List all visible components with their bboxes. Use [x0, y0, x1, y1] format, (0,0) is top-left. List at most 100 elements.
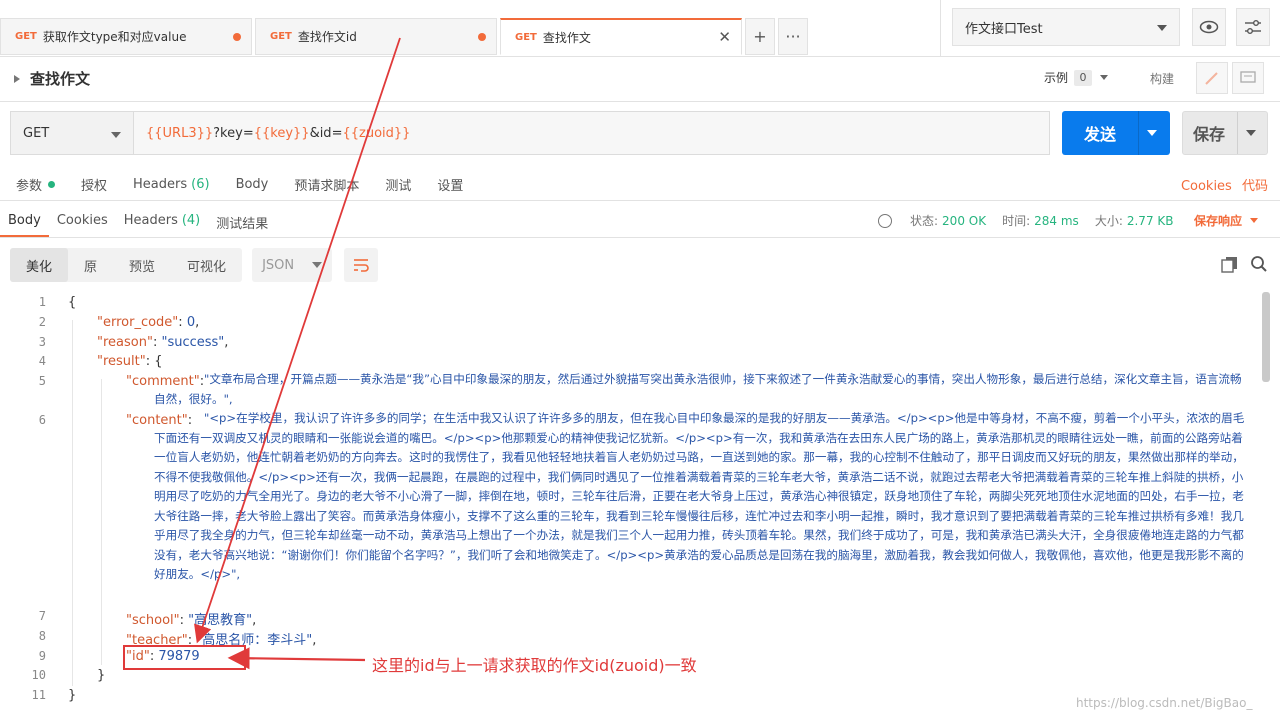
chevron-down-icon[interactable]	[1147, 130, 1157, 136]
request-tab-active[interactable]: GET 查找作文 ✕	[500, 18, 742, 55]
tab-params[interactable]: 参数	[16, 175, 56, 194]
chevron-down-icon[interactable]	[1246, 130, 1256, 136]
globe-icon[interactable]	[878, 213, 892, 228]
chevron-down-icon	[111, 132, 121, 138]
expand-arrow-icon[interactable]	[14, 74, 20, 83]
environment-select[interactable]: 作文接口Test	[952, 8, 1180, 46]
tab-title: 查找作文id	[297, 30, 357, 44]
json-key: "reason"	[97, 335, 153, 350]
tab-label: Headers	[133, 177, 188, 192]
tab-label: 预请求脚本	[294, 179, 360, 194]
build-label[interactable]: 构建	[1150, 70, 1174, 87]
tab-prerequest-script[interactable]: 预请求脚本	[294, 175, 359, 194]
close-icon[interactable]: ✕	[718, 28, 731, 46]
tab-test-results[interactable]: 测试结果	[208, 207, 276, 237]
chevron-down-icon	[312, 262, 323, 268]
tab-label: 测试结果	[216, 217, 269, 232]
json-string: "文章布局合理，开篇点题——黄永浩是“我”心目中印象最深的朋友，然后通过外貌描写…	[154, 372, 1242, 406]
request-tab[interactable]: GET 获取作文type和对应value	[0, 18, 252, 55]
tab-response-headers[interactable]: Headers (4)	[116, 207, 209, 237]
view-mode-group: 美化 原 预览 可视化	[10, 248, 243, 282]
line-number: 9	[38, 649, 46, 663]
pencil-icon	[1205, 72, 1218, 85]
pretty-button[interactable]: 美化	[10, 248, 69, 282]
tab-response-cookies[interactable]: Cookies	[49, 207, 116, 237]
copy-icon[interactable]	[1220, 255, 1240, 273]
examples-label: 示例	[1044, 71, 1069, 85]
time-value: 284 ms	[1034, 213, 1079, 228]
line-number: 3	[38, 335, 46, 349]
json-key: "school"	[126, 613, 180, 628]
divider	[1138, 111, 1139, 155]
visualize-button[interactable]: 可视化	[171, 248, 242, 282]
tab-tests[interactable]: 测试	[385, 175, 411, 194]
save-response-button[interactable]: 保存响应	[1194, 212, 1259, 229]
raw-button[interactable]: 原	[68, 248, 113, 282]
examples-dropdown[interactable]: 示例 0	[1044, 69, 1109, 86]
save-response-label: 保存响应	[1194, 214, 1243, 228]
language-select[interactable]: JSON	[252, 248, 333, 282]
tab-label: Body	[8, 213, 41, 228]
cookies-link[interactable]: Cookies	[1181, 179, 1232, 194]
active-dot-icon	[48, 181, 56, 188]
more-tabs-button[interactable]: ···	[778, 18, 808, 55]
json-key: "error_code"	[97, 315, 179, 330]
tab-label: 授权	[81, 179, 108, 194]
request-name[interactable]: 查找作文	[14, 68, 90, 89]
request-tab[interactable]: GET 查找作文id	[255, 18, 497, 55]
examples-count: 0	[1074, 69, 1093, 86]
tab-headers[interactable]: Headers (6)	[133, 175, 210, 194]
tab-settings[interactable]: 设置	[437, 175, 463, 194]
sliders-icon	[1245, 20, 1261, 34]
indent-guide	[101, 379, 102, 665]
size-label: 大小:	[1094, 214, 1123, 228]
comment-icon	[1240, 71, 1256, 83]
request-title: 查找作文	[30, 70, 91, 88]
wrap-icon	[354, 259, 369, 272]
language-value: JSON	[262, 257, 295, 273]
preview-button[interactable]: 预览	[113, 248, 171, 282]
url-text: &id=	[309, 125, 343, 141]
tab-response-body[interactable]: Body	[0, 207, 49, 237]
tab-label: Headers	[123, 213, 178, 228]
code-line: "reason": "success",	[97, 335, 229, 350]
line-number: 7	[38, 609, 46, 623]
code-link[interactable]: 代码	[1242, 179, 1268, 194]
new-tab-button[interactable]: +	[745, 18, 775, 55]
search-icon[interactable]	[1250, 255, 1268, 273]
tab-body[interactable]: Body	[236, 175, 269, 194]
tab-title: 查找作文	[542, 30, 591, 45]
size-value: 2.77 KB	[1126, 213, 1174, 228]
tab-auth[interactable]: 授权	[81, 175, 107, 194]
wrap-lines-button[interactable]	[344, 248, 379, 282]
environment-settings-button[interactable]	[1236, 8, 1270, 46]
json-number: 0	[186, 315, 196, 330]
format-toolbar: 美化 原 预览 可视化 JSON	[10, 248, 379, 282]
comments-button[interactable]	[1232, 62, 1264, 94]
watermark: https://blog.csdn.net/BigBao_	[1076, 696, 1253, 710]
divider	[1237, 112, 1238, 154]
divider	[0, 101, 1280, 102]
line-number: 5	[38, 374, 46, 388]
code-line: {	[68, 295, 77, 310]
scrollbar[interactable]	[1262, 292, 1270, 382]
code-line: "school": "高思教育",	[126, 613, 257, 628]
json-string: "高思教育"	[188, 613, 253, 628]
url-var-key: {{key}}	[253, 125, 310, 141]
send-button[interactable]: 发送	[1062, 111, 1170, 155]
code-line: "error_code": 0,	[97, 315, 200, 330]
url-var-zuoid: {{zuoid}}	[342, 125, 411, 141]
divider	[0, 237, 1280, 238]
eye-button[interactable]	[1192, 8, 1226, 46]
method-value: GET	[23, 125, 50, 141]
tab-label: 测试	[385, 179, 412, 194]
edit-button[interactable]	[1196, 62, 1228, 94]
code-line: }	[97, 668, 106, 683]
line-number: 2	[38, 315, 46, 329]
line-number: 8	[38, 629, 46, 643]
method-select[interactable]: GET	[10, 111, 134, 155]
save-button[interactable]: 保存	[1182, 111, 1268, 155]
line-number: 6	[38, 413, 46, 427]
time-label: 时间:	[1002, 214, 1031, 228]
url-input[interactable]: {{URL3}} ?key= {{key}} &id= {{zuoid}}	[134, 111, 1050, 155]
